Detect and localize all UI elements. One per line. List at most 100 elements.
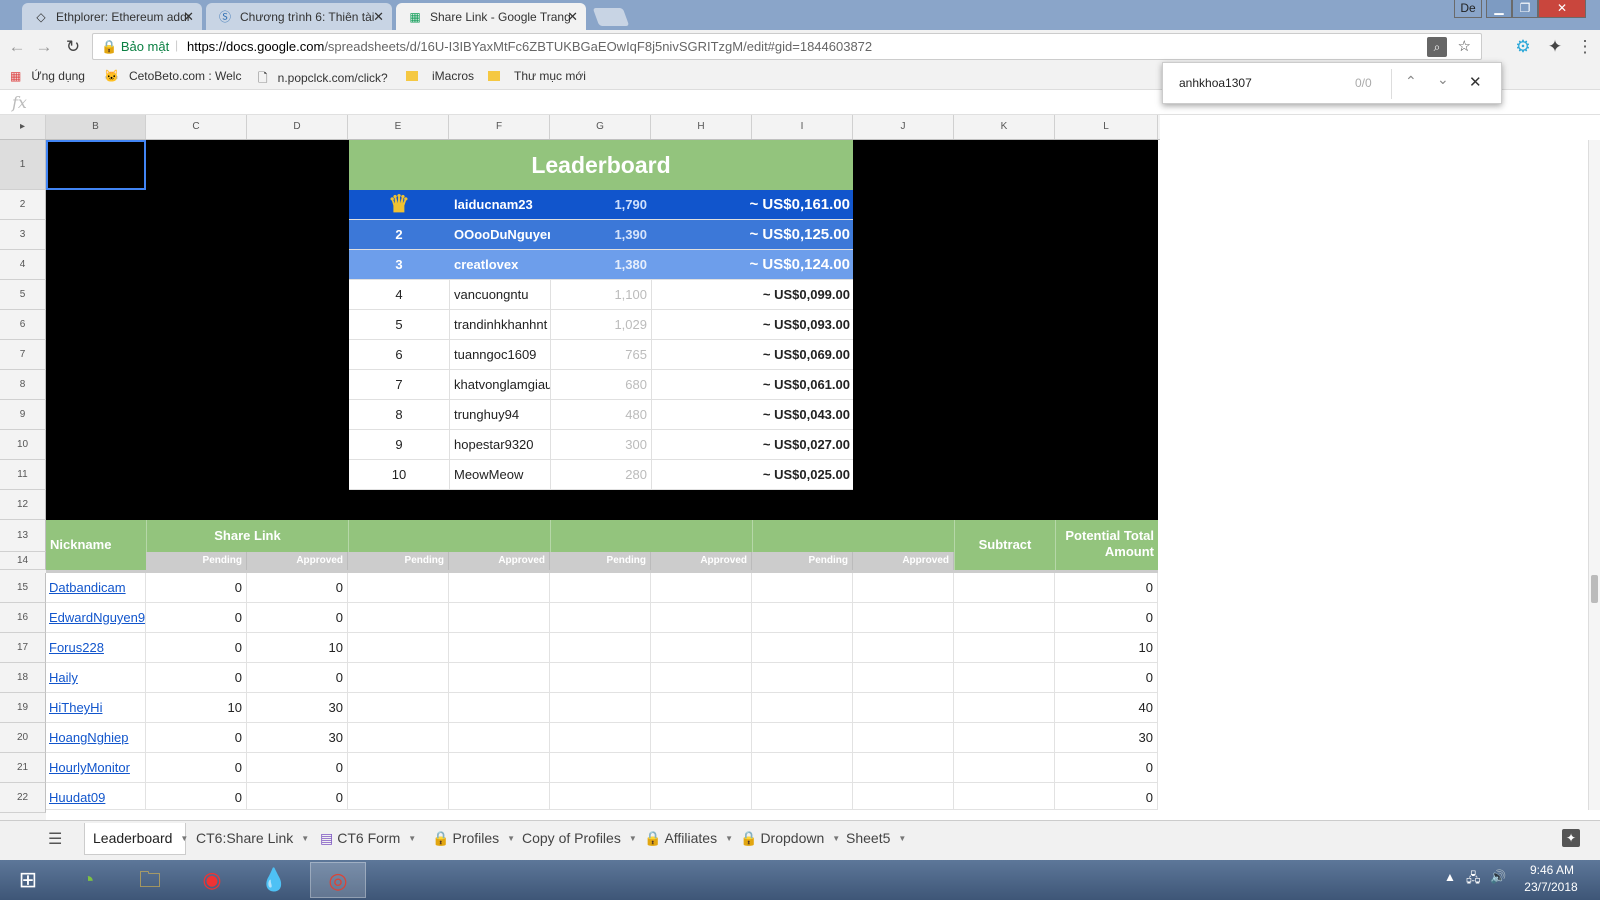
row-header[interactable]: 13 [0, 520, 46, 552]
column-header[interactable]: G [550, 115, 651, 139]
empty-cell[interactable] [853, 693, 954, 723]
file-explorer-icon[interactable]: 🗀 [126, 862, 174, 898]
empty-cell[interactable] [752, 603, 853, 633]
row-header[interactable]: 18 [0, 663, 46, 693]
row-header[interactable]: 15 [0, 573, 46, 603]
column-header[interactable]: C [146, 115, 247, 139]
empty-cell[interactable] [853, 573, 954, 603]
empty-cell[interactable] [651, 693, 752, 723]
row-header[interactable]: 14 [0, 552, 46, 570]
empty-cell[interactable] [954, 783, 1055, 809]
pending-cell[interactable]: 0 [146, 753, 247, 783]
column-header[interactable]: K [954, 115, 1055, 139]
empty-cell[interactable] [348, 723, 449, 753]
empty-cell[interactable] [449, 693, 550, 723]
browser-tab-active[interactable]: ▦ Share Link - Google Trang ✕ [396, 3, 586, 30]
total-cell[interactable]: 0 [1055, 603, 1158, 633]
empty-cell[interactable] [954, 573, 1055, 603]
chevron-up-icon[interactable]: ⌃ [1405, 73, 1417, 90]
row-header[interactable]: 5 [0, 280, 46, 310]
row-header[interactable]: 10 [0, 430, 46, 460]
total-cell[interactable]: 40 [1055, 693, 1158, 723]
extension-gear-icon[interactable]: ⚙ [1512, 36, 1534, 58]
column-header[interactable]: L [1055, 115, 1158, 139]
pending-cell[interactable]: 0 [146, 633, 247, 663]
find-icon[interactable]: ⌕ [1427, 37, 1447, 57]
maximize-button[interactable]: ❐ [1512, 0, 1538, 18]
empty-cell[interactable] [853, 753, 954, 783]
approved-cell[interactable]: 10 [247, 633, 348, 663]
select-all-corner[interactable]: ▸ [0, 115, 46, 139]
extension-sparkle-icon[interactable]: ✦ [1544, 36, 1566, 58]
back-icon[interactable]: ← [6, 36, 28, 58]
empty-cell[interactable] [348, 663, 449, 693]
empty-cell[interactable] [550, 633, 651, 663]
empty-cell[interactable] [550, 663, 651, 693]
empty-cell[interactable] [853, 603, 954, 633]
empty-cell[interactable] [550, 723, 651, 753]
profile-button[interactable]: De [1454, 0, 1482, 18]
tray-arrow-icon[interactable]: ▲ [1444, 870, 1456, 884]
forward-icon[interactable]: → [33, 36, 55, 58]
empty-cell[interactable] [954, 723, 1055, 753]
pending-cell[interactable]: 0 [146, 723, 247, 753]
browser-tab[interactable]: Ⓢ Chương trình 6: Thiên tài ✕ [206, 3, 392, 30]
approved-cell[interactable]: 0 [247, 573, 348, 603]
empty-cell[interactable] [853, 663, 954, 693]
close-icon[interactable]: ✕ [1469, 73, 1482, 91]
row-header[interactable]: 2 [0, 190, 46, 220]
empty-cell[interactable] [348, 633, 449, 663]
nickname-link[interactable]: HiTheyHi [46, 693, 146, 723]
nickname-link[interactable]: HourlyMonitor [46, 753, 146, 783]
total-cell[interactable]: 30 [1055, 723, 1158, 753]
nickname-link[interactable]: EdwardNguyen9 [46, 603, 146, 633]
row-header[interactable]: 3 [0, 220, 46, 250]
row-header[interactable]: 6 [0, 310, 46, 340]
column-header[interactable]: H [651, 115, 752, 139]
nickname-link[interactable]: Haily [46, 663, 146, 693]
menu-icon[interactable]: ⋮ [1574, 36, 1596, 58]
nickname-link[interactable]: HoangNghiep [46, 723, 146, 753]
column-header[interactable]: D [247, 115, 348, 139]
empty-cell[interactable] [449, 633, 550, 663]
chevron-down-icon[interactable]: ⌄ [1437, 71, 1449, 88]
close-icon[interactable]: ✕ [567, 9, 578, 25]
empty-cell[interactable] [954, 633, 1055, 663]
pending-cell[interactable]: 10 [146, 693, 247, 723]
nickname-link[interactable]: Forus228 [46, 633, 146, 663]
row-header[interactable]: 16 [0, 603, 46, 633]
empty-cell[interactable] [651, 633, 752, 663]
row-header[interactable]: 8 [0, 370, 46, 400]
bookmark-popclck[interactable]: 🗋 n.popclck.com/click? [258, 69, 392, 90]
approved-cell[interactable]: 30 [247, 723, 348, 753]
empty-cell[interactable] [752, 573, 853, 603]
empty-cell[interactable] [348, 573, 449, 603]
approved-cell[interactable]: 0 [247, 783, 348, 809]
sheet-tab-copy-of-profiles[interactable]: Copy of Profiles ▼ [514, 823, 637, 855]
empty-cell[interactable] [348, 603, 449, 633]
approved-cell[interactable]: 0 [247, 753, 348, 783]
empty-cell[interactable] [449, 723, 550, 753]
garena-icon[interactable]: ◉ [188, 862, 236, 898]
empty-cell[interactable] [752, 633, 853, 663]
column-header[interactable]: B [46, 115, 146, 139]
empty-cell[interactable] [954, 753, 1055, 783]
close-icon[interactable]: ✕ [373, 9, 384, 25]
sheet-tab-ct6-share-link[interactable]: CT6:Share Link ▼ [188, 823, 309, 855]
nickname-link[interactable]: Huudat09 [46, 783, 146, 809]
total-cell[interactable]: 0 [1055, 753, 1158, 783]
bookmark-apps[interactable]: ▦ Ứng dụng [10, 69, 85, 83]
empty-cell[interactable] [651, 783, 752, 809]
bookmark-new-folder[interactable]: Thư mục mới [488, 69, 586, 83]
nickname-link[interactable]: Datbandicam [46, 573, 146, 603]
clock-time[interactable]: 9:46 AM [1526, 863, 1578, 877]
empty-cell[interactable] [752, 753, 853, 783]
find-input[interactable]: anhkhoa1307 [1179, 76, 1252, 90]
column-header[interactable]: J [853, 115, 954, 139]
row-header[interactable]: 20 [0, 723, 46, 753]
row-header[interactable]: 11 [0, 460, 46, 490]
reload-icon[interactable]: ↻ [62, 36, 84, 58]
pending-cell[interactable]: 0 [146, 573, 247, 603]
sheet-tab-leaderboard[interactable]: Leaderboard ▼ [84, 823, 188, 855]
empty-cell[interactable] [550, 783, 651, 809]
